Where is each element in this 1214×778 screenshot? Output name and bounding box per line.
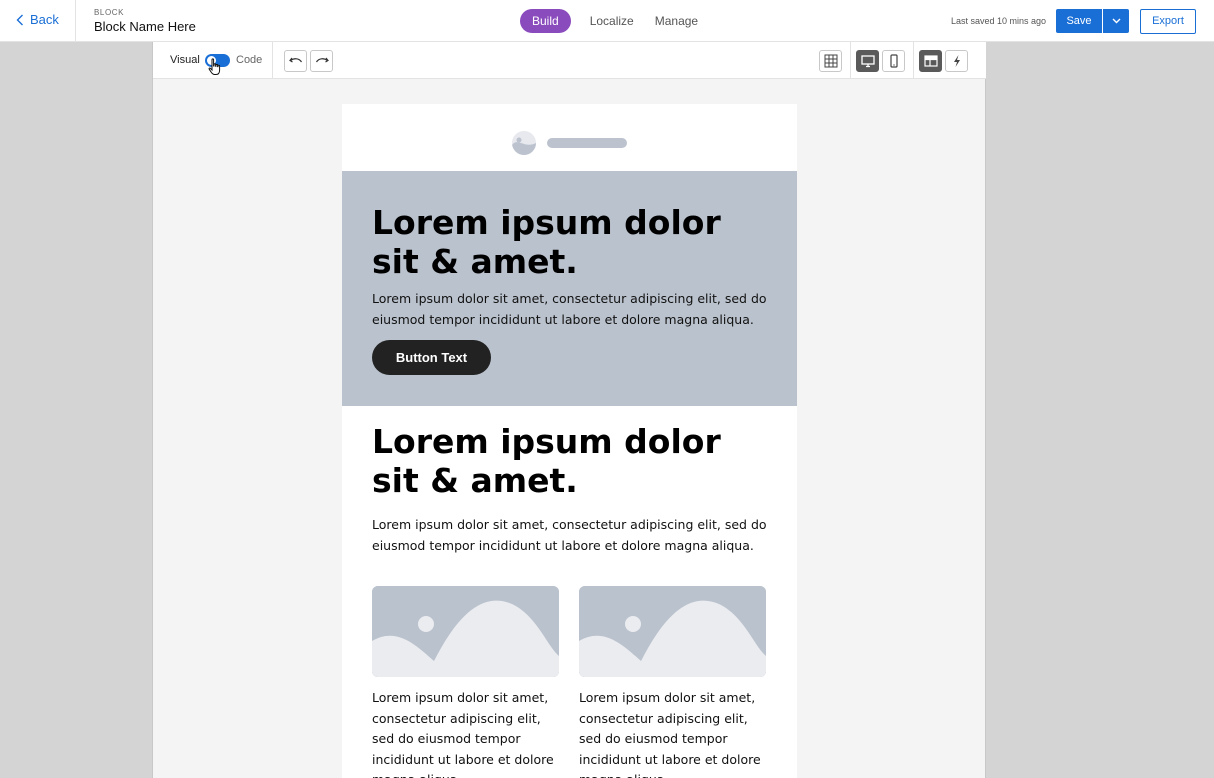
chevron-left-icon	[16, 14, 23, 25]
toolbar-separator	[850, 42, 851, 79]
editor-toolbar: Visual Code	[153, 42, 986, 79]
tab-localize[interactable]: Localize	[590, 9, 634, 33]
toolbar-separator	[913, 42, 914, 79]
back-button[interactable]: Back	[16, 12, 59, 27]
logo-mark-icon	[512, 131, 536, 155]
top-bar: Back BLOCK Block Name Here Build Localiz…	[0, 0, 1214, 42]
toolbar-separator	[272, 42, 273, 79]
email-header[interactable]	[342, 104, 797, 171]
image-placeholder-icon	[372, 586, 559, 677]
section-headline[interactable]: Lorem ipsum dolor sit & amet.	[372, 422, 772, 500]
last-saved-status: Last saved 10 mins ago	[951, 16, 1047, 26]
undo-button[interactable]	[284, 50, 307, 72]
image-placeholder-right[interactable]	[579, 586, 766, 677]
layout-view-button[interactable]	[919, 50, 942, 72]
save-button[interactable]: Save	[1056, 9, 1102, 33]
desktop-view-button[interactable]	[856, 50, 879, 72]
image-placeholder-left[interactable]	[372, 586, 559, 677]
mobile-view-button[interactable]	[882, 50, 905, 72]
logo-text-placeholder	[547, 138, 627, 148]
code-mode-label: Code	[236, 54, 263, 66]
email-canvas[interactable]: Lorem ipsum dolor sit & amet. Lorem ipsu…	[342, 104, 797, 778]
amp-lightning-button[interactable]	[945, 50, 968, 72]
visual-mode-label: Visual	[170, 54, 200, 66]
save-group: Save	[1056, 9, 1129, 33]
header-divider	[75, 0, 76, 42]
column-text-left[interactable]: Lorem ipsum dolor sit amet, consectetur …	[372, 688, 562, 778]
redo-button[interactable]	[310, 50, 333, 72]
block-name[interactable]: Block Name Here	[94, 18, 196, 35]
hero-section[interactable]: Lorem ipsum dolor sit & amet. Lorem ipsu…	[342, 171, 797, 406]
column-text-right[interactable]: Lorem ipsum dolor sit amet, consectetur …	[579, 688, 769, 778]
back-label: Back	[30, 12, 59, 27]
image-placeholder-icon	[579, 586, 766, 677]
mobile-icon	[889, 54, 898, 68]
redo-icon	[315, 57, 329, 63]
logo-placeholder-icon	[512, 131, 536, 155]
chevron-down-icon	[1112, 18, 1120, 24]
hero-cta-button[interactable]: Button Text	[372, 340, 491, 375]
block-kicker: BLOCK	[94, 8, 125, 17]
export-button[interactable]: Export	[1140, 9, 1196, 34]
nav-tabs: Build Localize Manage	[520, 9, 719, 33]
hero-headline[interactable]: Lorem ipsum dolor sit & amet.	[372, 203, 772, 281]
tab-build[interactable]: Build	[520, 9, 571, 33]
desktop-icon	[860, 55, 875, 68]
block-info: BLOCK Block Name Here	[94, 8, 196, 35]
save-options-button[interactable]	[1103, 9, 1129, 33]
grid-icon	[824, 54, 837, 68]
lightning-icon	[953, 55, 960, 67]
grid-toggle-button[interactable]	[819, 50, 842, 72]
layout-icon	[923, 55, 938, 67]
tab-manage[interactable]: Manage	[655, 9, 698, 33]
hero-body[interactable]: Lorem ipsum dolor sit amet, consectetur …	[372, 288, 772, 330]
section-body[interactable]: Lorem ipsum dolor sit amet, consectetur …	[372, 514, 772, 556]
undo-icon	[288, 57, 302, 63]
hand-cursor-icon	[208, 58, 221, 75]
